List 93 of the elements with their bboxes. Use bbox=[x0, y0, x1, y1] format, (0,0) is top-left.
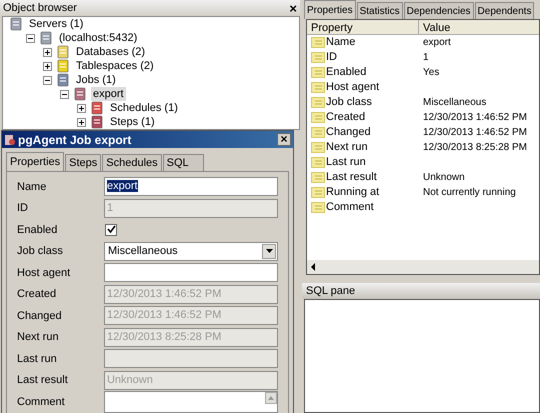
node-icon bbox=[56, 59, 70, 73]
tab[interactable]: Properties bbox=[304, 0, 356, 19]
scroll-up-icon bbox=[265, 392, 277, 404]
text-field[interactable]: export bbox=[104, 177, 278, 196]
property-icon bbox=[311, 37, 325, 48]
tab[interactable]: Schedules bbox=[102, 154, 162, 171]
tree-item[interactable]: (localhost:5432) bbox=[57, 31, 140, 45]
field-label: ID bbox=[17, 201, 29, 216]
tree-item[interactable]: Steps (1) bbox=[108, 115, 157, 129]
property-name: Last run bbox=[326, 155, 366, 170]
property-name: Next run bbox=[326, 140, 368, 156]
property-icon bbox=[311, 172, 325, 183]
tab[interactable]: Steps bbox=[65, 154, 102, 171]
panel-title: SQL pane bbox=[306, 284, 356, 299]
field-label: Last result bbox=[17, 373, 69, 388]
tree-item[interactable]: Tablespaces (2) bbox=[74, 59, 156, 73]
close-button[interactable]: × bbox=[289, 2, 297, 14]
property-value: Yes bbox=[422, 66, 440, 80]
field-label: Comment bbox=[17, 394, 66, 410]
property-name: Name bbox=[326, 35, 356, 50]
property-name: ID bbox=[326, 50, 337, 66]
property-name: Changed bbox=[326, 125, 371, 140]
field-label: Job class bbox=[17, 244, 64, 259]
tree-item[interactable]: Jobs (1) bbox=[74, 73, 118, 87]
node-icon bbox=[56, 73, 70, 87]
property-name: Job class bbox=[326, 95, 372, 110]
tab[interactable]: Statistics bbox=[356, 2, 403, 19]
checkbox[interactable] bbox=[105, 224, 117, 236]
property-value: 12/30/2013 1:46:52 PM bbox=[422, 126, 527, 140]
sql-editor[interactable] bbox=[304, 299, 540, 413]
node-icon bbox=[73, 87, 87, 101]
panel-title: Object browser bbox=[3, 0, 77, 16]
field-label: Changed bbox=[17, 308, 63, 324]
field-label: Name bbox=[17, 180, 48, 194]
plus-icon bbox=[78, 118, 85, 126]
plus-icon bbox=[44, 48, 51, 56]
property-name: Last result bbox=[326, 170, 377, 186]
property-icon bbox=[311, 52, 325, 63]
property-icon bbox=[311, 112, 325, 123]
dialog-title: pgAgent Job export bbox=[18, 132, 132, 148]
tree-item[interactable]: Servers (1) bbox=[27, 17, 86, 31]
expand-toggle[interactable] bbox=[77, 118, 86, 126]
property-name: Running at bbox=[326, 185, 380, 200]
field-label: Created bbox=[17, 287, 58, 302]
horizontal-scrollbar[interactable] bbox=[307, 260, 539, 274]
property-icon bbox=[311, 127, 325, 138]
collapse-toggle[interactable] bbox=[60, 90, 69, 98]
expand-toggle[interactable] bbox=[77, 104, 86, 112]
property-name: Host agent bbox=[326, 80, 380, 96]
node-icon bbox=[39, 31, 53, 45]
property-name: Enabled bbox=[326, 65, 366, 80]
plus-icon bbox=[78, 104, 85, 112]
tab[interactable]: Dependencies bbox=[404, 2, 474, 19]
tab[interactable]: Properties bbox=[6, 152, 64, 171]
property-icon bbox=[311, 202, 325, 213]
property-icon bbox=[311, 67, 325, 78]
expand-toggle[interactable] bbox=[43, 62, 52, 70]
tab[interactable]: SQL bbox=[162, 154, 204, 171]
column-header[interactable]: Value bbox=[419, 20, 539, 34]
comment-field[interactable] bbox=[104, 390, 278, 413]
property-value: 12/30/2013 8:25:28 PM bbox=[422, 141, 527, 155]
property-icon bbox=[311, 97, 325, 108]
node-icon bbox=[90, 101, 104, 115]
property-icon bbox=[311, 157, 325, 168]
tree-item[interactable]: Schedules (1) bbox=[108, 101, 180, 115]
field-label: Enabled bbox=[17, 222, 58, 238]
field-label: Last run bbox=[17, 352, 58, 366]
collapse-toggle[interactable] bbox=[43, 76, 52, 84]
expand-toggle[interactable] bbox=[43, 48, 52, 56]
tree-item[interactable]: Databases (2) bbox=[74, 45, 148, 59]
property-value: Miscellaneous bbox=[422, 96, 486, 110]
property-name: Comment bbox=[326, 200, 374, 216]
property-name: Created bbox=[326, 110, 366, 126]
job-icon bbox=[4, 134, 16, 146]
plus-icon bbox=[44, 62, 51, 70]
dropdown[interactable]: Miscellaneous bbox=[104, 242, 278, 261]
tab[interactable]: Dependents bbox=[474, 2, 534, 19]
property-value: 1 bbox=[422, 51, 429, 65]
property-value: 12/30/2013 1:46:52 PM bbox=[422, 111, 527, 125]
text-field[interactable] bbox=[104, 263, 278, 282]
field-label: Host agent bbox=[17, 266, 72, 280]
close-button[interactable]: × bbox=[277, 133, 291, 146]
column-header[interactable]: Property bbox=[307, 20, 419, 34]
property-value: Not currently running bbox=[422, 186, 516, 200]
property-value: export bbox=[422, 36, 451, 50]
field-label: Next run bbox=[17, 330, 60, 345]
node-icon bbox=[56, 45, 70, 59]
property-value: Unknown bbox=[422, 171, 465, 185]
property-icon bbox=[311, 187, 325, 198]
collapse-toggle[interactable] bbox=[26, 34, 35, 42]
property-icon bbox=[311, 82, 325, 93]
tree-item[interactable]: export bbox=[91, 87, 126, 101]
property-icon bbox=[311, 142, 325, 153]
